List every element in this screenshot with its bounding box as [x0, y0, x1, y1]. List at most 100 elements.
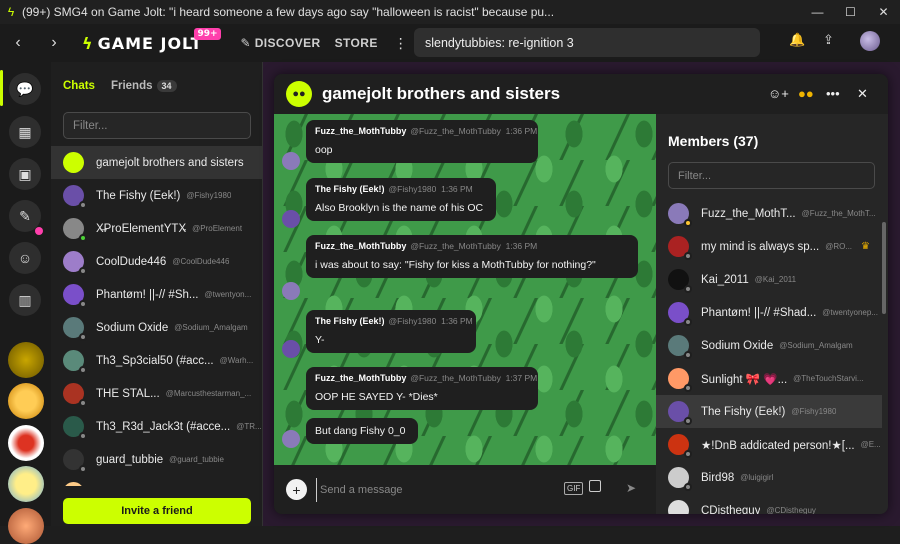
item-name: Bird98 [701, 471, 735, 484]
rail-community-3[interactable] [8, 425, 44, 461]
list-item[interactable]: Sodium Oxide @Sodium_Amalgam [51, 311, 263, 344]
list-item[interactable]: Deathbeargam@Deathbeargra... [51, 476, 263, 486]
list-item[interactable]: Fuzz_the_MothT... @Fuzz_the_MothT... [656, 197, 882, 230]
item-name: The Fishy (Eek!) [96, 189, 181, 202]
close-chat-icon[interactable]: ✕ [857, 86, 868, 102]
item-name: Sodium Oxide [96, 321, 169, 334]
list-item[interactable]: Th3_Sp3cial50 (#acc... @Warh... [51, 344, 263, 377]
status-indicator [684, 285, 692, 293]
list-item[interactable]: gamejolt brothers and sisters [51, 146, 263, 179]
rail-community-5[interactable] [8, 508, 44, 544]
list-item[interactable]: Bird98 @luigigirl [656, 461, 882, 494]
list-item[interactable]: The Fishy (Eek!) @Fishy1980 [656, 395, 882, 428]
add-attachment-button[interactable]: + [286, 479, 307, 500]
item-name: Fuzz_the_MothT... [701, 207, 796, 220]
avatar [668, 401, 692, 425]
rail-bot-icon[interactable]: ☺ [9, 242, 41, 274]
avatar [668, 434, 692, 458]
tab-chats[interactable]: Chats [63, 80, 95, 92]
sticker-icon[interactable] [589, 480, 601, 492]
back-button[interactable]: ‹ [0, 34, 36, 52]
list-item[interactable]: X̶ProElementYTX̶ @ProElement [51, 212, 263, 245]
tab-friends[interactable]: Friends 34 [111, 80, 177, 92]
discover-link[interactable]: ✎ DISCOVER [241, 36, 321, 50]
more-menu-icon[interactable]: ⋮ [394, 35, 408, 52]
item-name: The Fishy (Eek!) [701, 405, 786, 418]
members-scrollbar[interactable] [882, 222, 886, 314]
item-name: CDistheguy [701, 504, 761, 515]
search-input[interactable]: slendytubbies: re-ignition 3 [414, 28, 760, 57]
list-item[interactable]: Kai_2011 @Kai_2011 [656, 263, 882, 296]
message-avatar [282, 152, 300, 170]
gamejolt-logo[interactable]: ϟ GAME JOLT 99+ [82, 27, 221, 53]
user-avatar[interactable] [860, 31, 880, 51]
close-window-button[interactable]: ✕ [867, 0, 900, 24]
rail-community-2[interactable] [8, 383, 44, 419]
item-handle: @guard_tubbie [169, 455, 224, 464]
list-item[interactable]: Th3_R3d_Jack3t (#acce... @TR... [51, 410, 263, 443]
rail-backpack-icon[interactable]: ▣ [9, 158, 41, 190]
add-member-icon[interactable]: ☺+ [768, 86, 789, 101]
message-author: Fuzz_the_MothTubby [315, 126, 407, 136]
gif-button[interactable]: GIF [564, 482, 584, 495]
window-titlebar: ϟ (99+) SMG4 on Game Jolt: "i heard some… [0, 0, 900, 24]
rail-store-icon[interactable]: ▦ [9, 116, 41, 148]
message: Fuzz_the_MothTubby @Fuzz_the_MothTubby 1:… [306, 367, 538, 410]
list-item[interactable]: CDistheguy @CDistheguy [656, 494, 882, 514]
item-handle: @Fuzz_the_MothT... [801, 209, 876, 218]
status-indicator [79, 267, 87, 275]
members-panel: Members (37) Filter... Fuzz_the_MothT...… [656, 114, 888, 514]
rail-community-4[interactable] [8, 466, 44, 502]
item-handle: @Warh... [219, 356, 254, 365]
invite-friend-button[interactable]: Invite a friend [63, 498, 251, 524]
item-handle: @TheTouchStarvi... [793, 374, 864, 383]
item-handle: @luigigirl [740, 473, 774, 482]
list-item[interactable]: Phantøm! ||-// #Shad... @twentyonep... [656, 296, 882, 329]
chat-filter-input[interactable]: Filter... [63, 112, 251, 139]
status-indicator [79, 333, 87, 341]
forward-button[interactable]: › [36, 34, 72, 52]
left-rail: 💬 ▦ ▣ ✎ ☺ ▥ [0, 62, 51, 544]
list-item[interactable]: The Fishy (Eek!) @Fishy1980 [51, 179, 263, 212]
list-item[interactable]: ★!DnB addicated person!★[... @E... [656, 428, 882, 461]
rail-library-icon[interactable]: ▥ [9, 284, 41, 316]
message: Fuzz_the_MothTubby @Fuzz_the_MothTubby 1:… [306, 235, 638, 278]
status-indicator [684, 450, 692, 458]
list-item[interactable]: my mind is always sp... @RO... ♛ [656, 230, 882, 263]
notification-badge: 99+ [194, 27, 221, 40]
message-handle: @Fishy1980 [388, 184, 437, 194]
message: Fuzz_the_MothTubby @Fuzz_the_MothTubby 1:… [306, 120, 538, 163]
members-filter-input[interactable]: Filter... [668, 162, 875, 189]
list-item[interactable]: guard_tubbie @guard_tubbie [51, 443, 263, 476]
avatar [668, 269, 692, 293]
minimize-button[interactable]: — [801, 0, 834, 24]
maximize-button[interactable]: ☐ [834, 0, 867, 24]
item-name: CoolDude446 [96, 255, 167, 268]
list-item[interactable]: Phantøm! ||-// #Sh... @twentyon... [51, 278, 263, 311]
bell-icon[interactable]: 🔔 [789, 32, 805, 48]
list-item[interactable]: THE STAL... @Marcusthestarman_... [51, 377, 263, 410]
members-icon[interactable]: ●● [798, 86, 814, 101]
avatar [63, 416, 87, 440]
activity-icon[interactable]: ⇪ [823, 32, 834, 48]
avatar [63, 152, 84, 173]
item-handle: @twentyon... [204, 290, 252, 299]
message-header: Fuzz_the_MothTubby @Fuzz_the_MothTubby 1:… [315, 241, 629, 251]
avatar [668, 236, 692, 260]
message-handle: @Fuzz_the_MothTubby [410, 241, 501, 251]
rail-chat-icon[interactable]: 💬 [9, 73, 41, 105]
avatar [63, 482, 84, 486]
send-icon[interactable]: ➤ [626, 481, 636, 495]
message-avatar [282, 340, 300, 358]
list-item[interactable]: Sodium Oxide @Sodium_Amalgam [656, 329, 882, 362]
item-name: gamejolt brothers and sisters [96, 156, 244, 169]
list-item[interactable]: Sunlight 🎀 💗... @TheTouchStarvi... [656, 362, 882, 395]
bolt-icon: ϟ [82, 33, 94, 53]
more-options-icon[interactable]: ••• [826, 86, 840, 101]
store-link[interactable]: STORE [335, 36, 378, 50]
chat-title: gamejolt brothers and sisters [322, 84, 561, 103]
message-input[interactable]: Send a message [316, 477, 556, 502]
avatar [63, 251, 87, 275]
rail-community-1[interactable] [8, 342, 44, 378]
list-item[interactable]: CoolDude446 @CoolDude446 [51, 245, 263, 278]
